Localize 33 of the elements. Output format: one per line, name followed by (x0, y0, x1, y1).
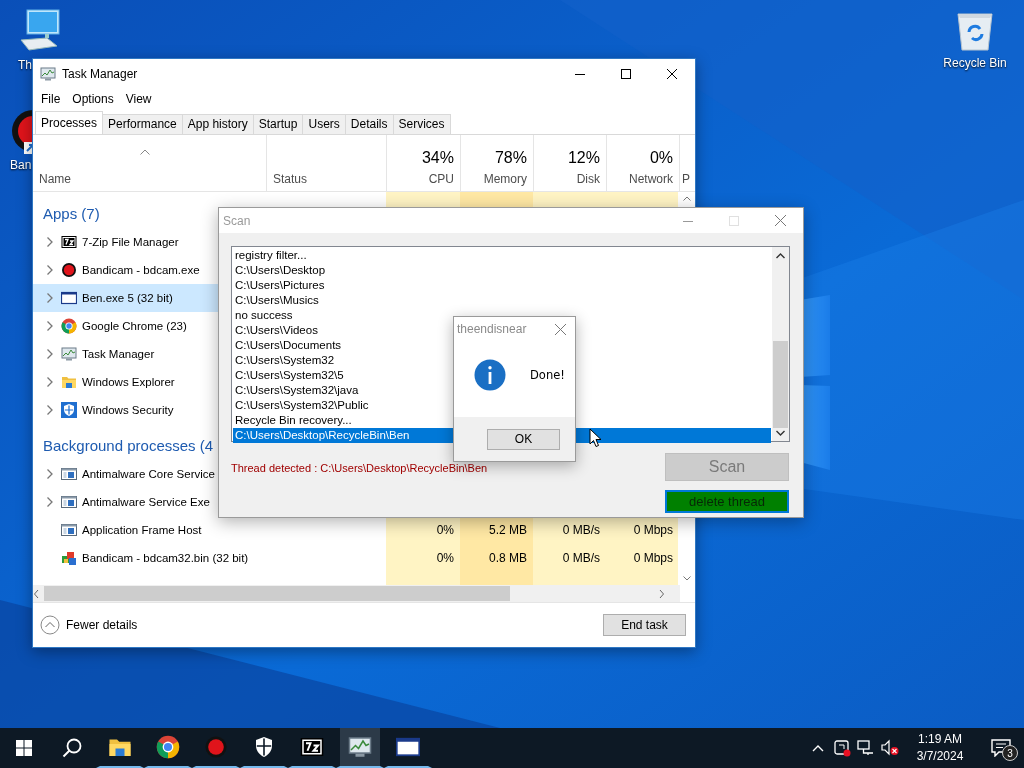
process-name: Application Frame Host (82, 524, 202, 536)
table-cell-text: 0 MB/s (561, 522, 601, 539)
table-cell-text: 0 Mbps (632, 522, 674, 539)
table-cell-text: 0 MB/s (561, 550, 601, 567)
window-title: Task Manager (62, 66, 139, 81)
window-title: Scan (222, 213, 252, 228)
dialog-message: Done! (530, 368, 565, 382)
process-name: Antimalware Service Exe (82, 496, 210, 508)
clock-date: 3/7/2024 (916, 748, 964, 765)
group-heading: Background processes (4 (43, 436, 214, 456)
column-percent: 12% (567, 149, 600, 167)
process-name: 7-Zip File Manager (82, 236, 179, 248)
table-cell-text: 0% (435, 522, 455, 539)
column-percent: 78% (494, 149, 527, 167)
dialog-title: theendisnear (456, 322, 528, 336)
column-percent: 0% (649, 149, 673, 167)
table-cell-text: 0.8 MB (488, 550, 528, 567)
group-heading: Apps (7) (43, 204, 100, 224)
process-name: Task Manager (82, 348, 155, 360)
process-name: Windows Explorer (82, 376, 175, 388)
status-message: Thread detected : C:\Users\Desktop\RecycleBin\Ben (231, 461, 489, 476)
process-name: Google Chrome (23) (82, 320, 187, 332)
clock-time: 1:19 AM (918, 731, 962, 748)
process-name: Bandicam - bdcam32.bin (32 bit) (82, 552, 249, 564)
notification-count: 3 (1002, 745, 1018, 761)
process-name: Antimalware Core Service (82, 468, 215, 480)
process-name: Windows Security (82, 404, 174, 416)
process-name: Ben.exe 5 (32 bit) (82, 292, 173, 304)
column-percent: 34% (421, 149, 454, 167)
table-cell-text: 5.2 MB (488, 522, 528, 539)
table-cell-text: 0% (435, 550, 455, 567)
table-cell-text: 0 Mbps (632, 550, 674, 567)
process-name: Bandicam - bdcam.exe (82, 264, 200, 276)
